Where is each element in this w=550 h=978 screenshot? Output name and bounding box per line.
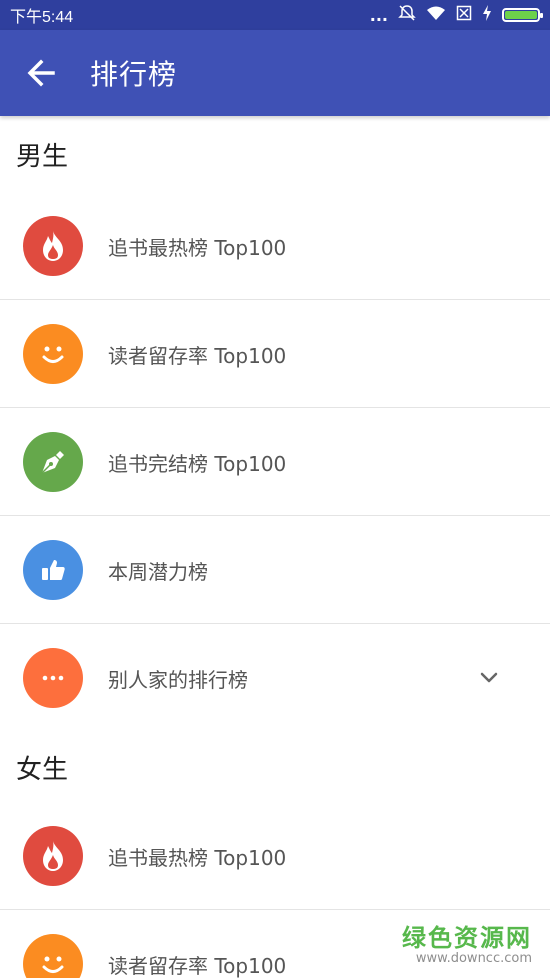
- list-item[interactable]: 追书最热榜 Top100: [0, 192, 550, 300]
- list-item[interactable]: 本周潜力榜: [0, 516, 550, 624]
- flame-icon: [23, 216, 83, 276]
- list-item-expandable[interactable]: 别人家的排行榜: [0, 624, 550, 732]
- no-sim-icon: [456, 5, 472, 25]
- status-time: 下午5:44: [10, 9, 74, 26]
- list-item[interactable]: 追书最热榜 Top100: [0, 802, 550, 910]
- watermark-title: 绿色资源网: [402, 924, 532, 952]
- section-header-female: 女生: [16, 754, 69, 785]
- list-item[interactable]: 追书完结榜 Top100: [0, 408, 550, 516]
- app-bar: 排行榜: [0, 30, 550, 116]
- back-button[interactable]: [0, 30, 84, 116]
- charging-icon: [482, 5, 492, 25]
- section-header-male: 男生: [16, 141, 69, 172]
- notification-muted-icon: [398, 4, 416, 26]
- list-item[interactable]: 读者留存率 Top100: [0, 300, 550, 408]
- flame-icon: [23, 826, 83, 886]
- pen-nib-icon: [23, 432, 83, 492]
- watermark: 绿色资源网 www.downcc.com: [402, 925, 532, 966]
- more-dots-icon: [23, 648, 83, 708]
- list-item-label: 本周潜力榜: [108, 559, 208, 584]
- page-title: 排行榜: [90, 58, 178, 91]
- smile-icon: [23, 934, 83, 978]
- battery-icon: [502, 8, 543, 22]
- list-item-label: 追书最热榜 Top100: [108, 845, 287, 870]
- list-item-label: 读者留存率 Top100: [108, 343, 287, 368]
- smile-icon: [23, 324, 83, 384]
- thumbs-up-icon: [23, 540, 83, 600]
- status-bar: 下午5:44 ...: [0, 0, 550, 30]
- ranking-list[interactable]: 男生 追书最热榜 Top100 读者留存率 Top100 追书完结榜 Top10…: [0, 116, 550, 978]
- wifi-icon: [426, 5, 446, 25]
- watermark-url: www.downcc.com: [415, 951, 532, 966]
- list-item-label: 追书完结榜 Top100: [108, 451, 287, 476]
- list-item-label: 追书最热榜 Top100: [108, 235, 287, 260]
- list-item-label: 读者留存率 Top100: [108, 953, 287, 978]
- signal-dots: ...: [369, 5, 388, 25]
- status-icons: ...: [369, 4, 543, 26]
- chevron-down-icon[interactable]: [478, 667, 500, 689]
- list-item-label: 别人家的排行榜: [108, 667, 248, 692]
- arrow-left-icon: [27, 59, 55, 87]
